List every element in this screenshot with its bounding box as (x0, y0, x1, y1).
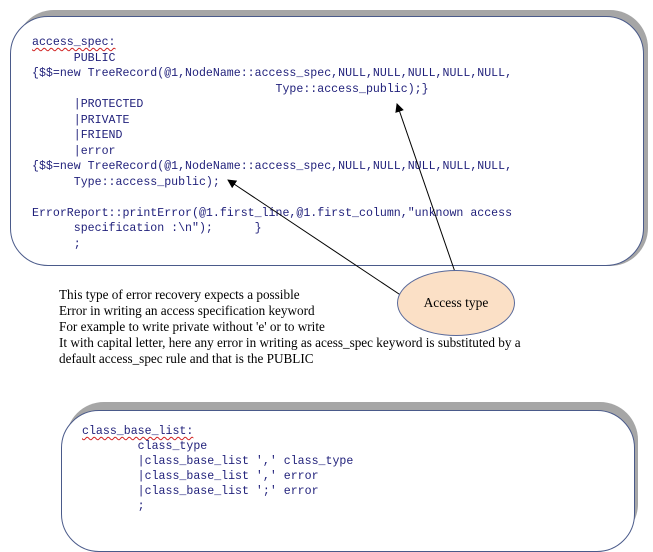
description-line: default access_spec rule and that is the… (59, 351, 314, 366)
description-line: Error in writing an access specification… (59, 303, 315, 318)
description-line: For example to write private without 'e'… (59, 319, 325, 334)
grammar-line: |class_base_list ';' error (82, 485, 319, 498)
class-base-list-code: class_base_list: class_type |class_base_… (82, 424, 353, 514)
grammar-line: class_type (82, 440, 208, 453)
grammar-line: class_base_list: (82, 425, 194, 438)
description-line: This type of error recovery expects a po… (59, 287, 300, 302)
arrow-to-first-access-public (395, 103, 456, 273)
description-line: It with capital letter, here any error i… (59, 335, 521, 350)
grammar-line: ; (82, 500, 145, 513)
grammar-line: |class_base_list ',' error (82, 470, 319, 483)
grammar-line: |class_base_list ',' class_type (82, 455, 354, 468)
arrow-to-second-access-public (227, 179, 403, 297)
error-recovery-description: This type of error recovery expects a po… (59, 287, 599, 367)
